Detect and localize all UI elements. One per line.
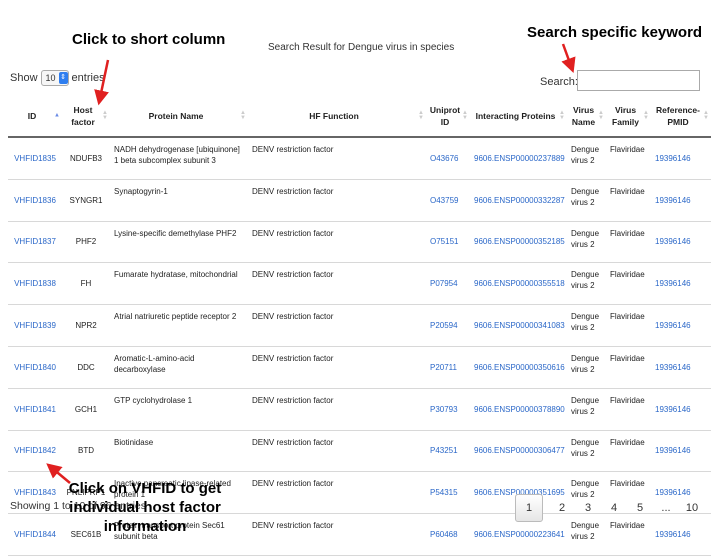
- sort-arrow: [94, 59, 110, 106]
- annotation-arrows: [46, 43, 576, 484]
- search-arrow: [561, 43, 576, 74]
- vhfid-arrow: [46, 463, 71, 484]
